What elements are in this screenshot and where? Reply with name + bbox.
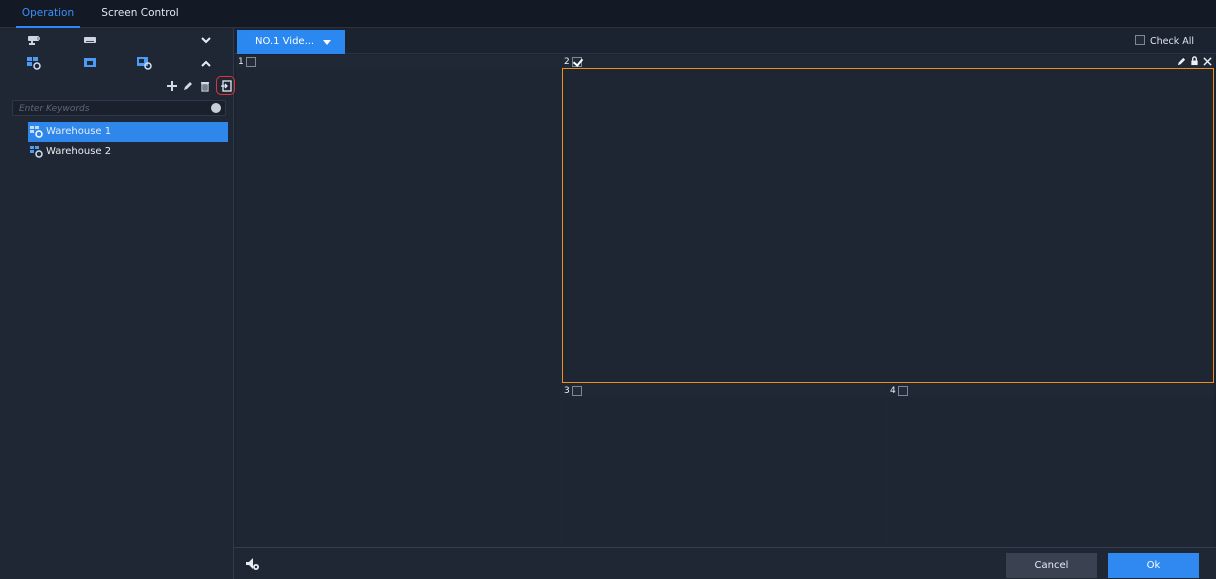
- edit-icon[interactable]: [180, 77, 196, 95]
- window-pane-4[interactable]: 4: [888, 384, 1214, 547]
- pane-checkbox[interactable]: [571, 57, 582, 67]
- tab-screen-control[interactable]: Screen Control: [98, 0, 182, 28]
- pane-number: 4: [890, 386, 896, 396]
- view-plan-icon: [29, 145, 45, 167]
- check-all-label: Check All: [1149, 36, 1194, 47]
- window-layout: 1 2 3 4: [236, 55, 1214, 547]
- top-nav: Operation Screen Control: [0, 0, 1216, 28]
- layout-tab[interactable]: NO.1 Vide...: [237, 30, 345, 54]
- clear-search-icon[interactable]: [211, 103, 221, 113]
- edit-icon[interactable]: [1177, 57, 1186, 69]
- voice-broadcast-icon[interactable]: [244, 556, 260, 575]
- delete-icon[interactable]: [197, 77, 213, 95]
- pane-number: 2: [564, 57, 570, 67]
- window-pane-2[interactable]: 2: [562, 55, 1214, 383]
- pane-video-area[interactable]: [562, 397, 886, 547]
- pane-header: 3: [564, 385, 582, 397]
- search-input[interactable]: [13, 102, 203, 116]
- ok-button[interactable]: Ok: [1108, 553, 1199, 578]
- import-icon[interactable]: [216, 76, 235, 95]
- tree-actions: [164, 76, 235, 97]
- window-pane-3[interactable]: 3: [562, 384, 886, 547]
- pane-checkbox[interactable]: [245, 57, 256, 67]
- close-icon[interactable]: [1203, 56, 1212, 69]
- tree-item-label: Warehouse 2: [46, 146, 112, 157]
- pane-header: 2: [564, 56, 582, 68]
- nvr-device-icon[interactable]: [82, 34, 98, 48]
- app-window: Operation Screen Control Enter Keywords …: [0, 0, 1216, 579]
- pane-number: 3: [564, 386, 570, 396]
- layout-tab-label: NO.1 Vide...: [255, 36, 315, 47]
- camera-icon[interactable]: [26, 34, 42, 48]
- pane-header: 4: [890, 385, 908, 397]
- search-box: [12, 100, 226, 116]
- pane-header: 1: [238, 56, 256, 68]
- screen-icon[interactable]: [82, 56, 98, 70]
- pane-video-area[interactable]: [236, 68, 560, 547]
- view-type-row: [4, 53, 232, 73]
- device-type-row: [4, 31, 232, 51]
- sidebar: Warehouse 1 Warehouse 2: [0, 28, 235, 579]
- chevron-down-icon[interactable]: [198, 34, 214, 48]
- tab-operation[interactable]: Operation: [16, 0, 80, 28]
- tour-plan-icon[interactable]: [136, 56, 152, 70]
- pane-number: 1: [238, 57, 244, 67]
- tree-item-warehouse-2[interactable]: Warehouse 2: [28, 142, 228, 162]
- tree-item-label: Warehouse 1: [46, 126, 112, 137]
- pane-video-area[interactable]: [562, 68, 1214, 383]
- check-all-checkbox[interactable]: [1134, 35, 1145, 45]
- pane-checkbox[interactable]: [897, 386, 908, 396]
- pane-video-area[interactable]: [888, 397, 1214, 547]
- layout-tabbar: NO.1 Vide... Check All: [234, 28, 1216, 54]
- add-icon[interactable]: [164, 77, 180, 95]
- pane-checkbox[interactable]: [571, 386, 582, 396]
- caret-down-icon[interactable]: [323, 40, 331, 45]
- chevron-up-icon[interactable]: [198, 56, 214, 70]
- bottom-bar: Cancel Ok: [234, 547, 1216, 579]
- window-pane-1[interactable]: 1: [236, 55, 560, 547]
- check-all[interactable]: Check All: [1134, 35, 1194, 47]
- cancel-button[interactable]: Cancel: [1006, 553, 1097, 578]
- tree-item-warehouse-1[interactable]: Warehouse 1: [28, 122, 228, 142]
- view-plan-icon[interactable]: [26, 56, 42, 70]
